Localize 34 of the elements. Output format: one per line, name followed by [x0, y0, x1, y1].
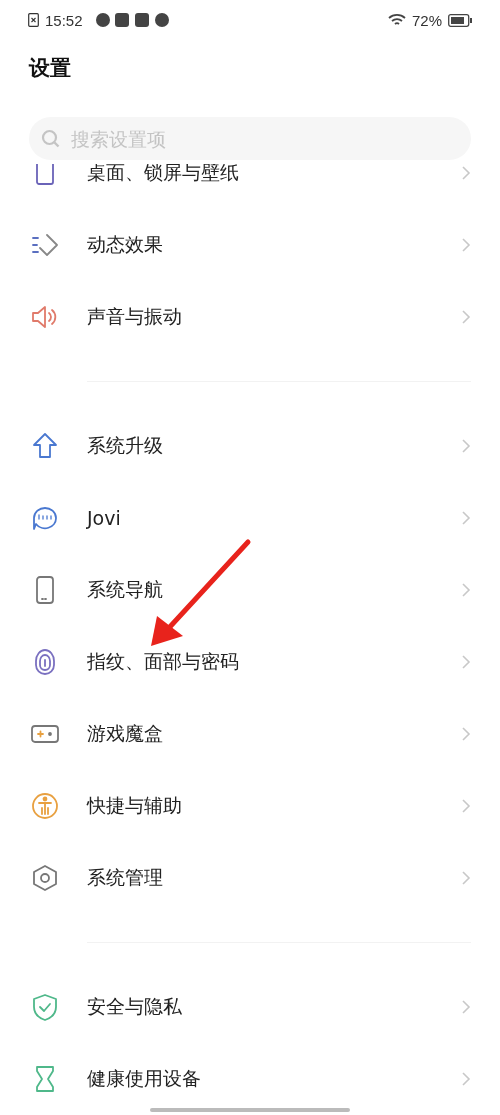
- chevron-icon: [461, 1071, 471, 1087]
- battery-icon: [448, 13, 472, 27]
- settings-item[interactable]: 安全与隐私: [0, 971, 500, 1043]
- settings-item[interactable]: Jovi: [0, 482, 500, 554]
- chevron-icon: [461, 309, 471, 325]
- battery-percent: 72%: [411, 11, 442, 29]
- settings-item[interactable]: 游戏魔盒: [0, 698, 500, 770]
- settings-item[interactable]: 动态效果: [0, 209, 500, 281]
- accessibility-icon: [30, 791, 60, 821]
- chevron-icon: [461, 798, 471, 814]
- chevron-icon: [461, 870, 471, 886]
- chevron-icon: [461, 510, 471, 526]
- settings-item[interactable]: 系统导航: [0, 554, 500, 626]
- settings-item[interactable]: 快捷与辅助: [0, 770, 500, 842]
- chevron-icon: [461, 726, 471, 742]
- chevron-icon: [461, 438, 471, 454]
- settings-item[interactable]: 系统升级: [0, 410, 500, 482]
- page-title: 设置: [27, 55, 72, 82]
- settings-item[interactable]: 健康使用设备: [0, 1043, 500, 1115]
- search-icon: [41, 129, 61, 149]
- chevron-icon: [461, 582, 471, 598]
- wifi-icon: [387, 13, 406, 27]
- chevron-icon: [461, 999, 471, 1015]
- settings-item[interactable]: 指纹、面部与密码: [0, 626, 500, 698]
- status-time: 15:52: [45, 11, 83, 29]
- chevron-icon: [461, 654, 471, 670]
- chevron-icon: [461, 237, 471, 253]
- document-icon: [28, 13, 39, 27]
- shield-icon: [30, 992, 60, 1022]
- chevron-icon: [461, 165, 471, 181]
- up-arrow-icon: [30, 431, 60, 461]
- settings-item[interactable]: 系统管理: [0, 842, 500, 914]
- hexagon-icon: [30, 863, 60, 893]
- settings-item[interactable]: 声音与振动: [0, 281, 500, 353]
